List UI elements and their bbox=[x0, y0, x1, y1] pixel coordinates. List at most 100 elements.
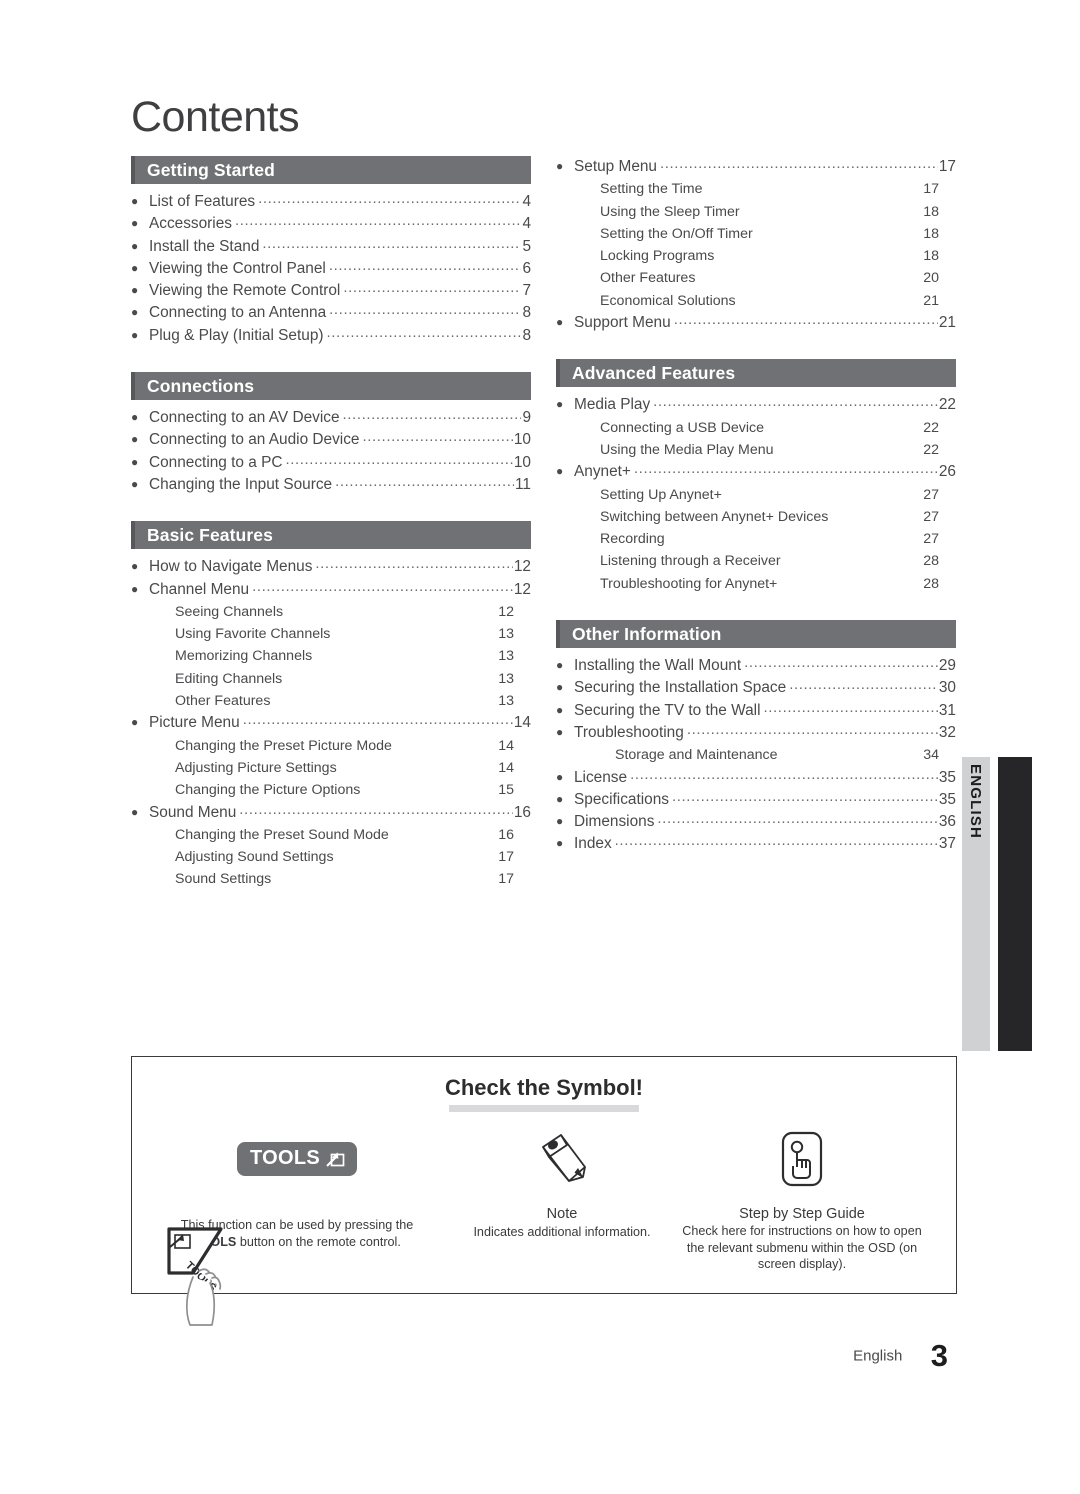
toc-entry[interactable]: ● Anynet+ 26 bbox=[556, 461, 956, 483]
toc-subentry[interactable]: Switching between Anynet+ Devices 27 bbox=[556, 506, 956, 528]
leader-dots bbox=[362, 426, 512, 448]
toc-subentry-label: Changing the Preset Sound Mode bbox=[175, 826, 389, 843]
language-side-tab: ENGLISH bbox=[962, 757, 990, 1051]
toc-entry-page: 36 bbox=[938, 813, 956, 831]
symbol-item-note: Note Indicates additional information. bbox=[462, 1127, 662, 1273]
toc-entry-label: Specifications bbox=[574, 790, 669, 808]
toc-entry-label: Index bbox=[574, 835, 612, 853]
toc-subentry-page: 17 bbox=[923, 181, 939, 198]
toc-subentry[interactable]: Setting Up Anynet+ 27 bbox=[556, 484, 956, 506]
document-page: Contents Getting Started ● List of Feature… bbox=[0, 0, 1080, 1494]
toc-subentry-label: Setting Up Anynet+ bbox=[600, 486, 722, 503]
symbol-box-title: Check the Symbol! bbox=[444, 1075, 644, 1100]
toc-entry-page: 26 bbox=[938, 463, 956, 481]
bullet-icon: ● bbox=[131, 194, 139, 208]
toc-list: ●List of Features4●Accessories4●Install … bbox=[131, 191, 531, 347]
leader-dots bbox=[744, 652, 938, 674]
toc-entry-page: 12 bbox=[513, 558, 531, 576]
toc-entry-label: Viewing the Control Panel bbox=[149, 259, 326, 277]
bullet-icon: ● bbox=[556, 397, 564, 412]
toc-subentry-label: Recording bbox=[600, 531, 665, 548]
toc-entry[interactable]: ● Plug & Play (Initial Setup) 8 bbox=[131, 325, 531, 347]
toc-entry[interactable]: ● Setup Menu 17 bbox=[556, 156, 956, 178]
toc-subentry-label: Seeing Channels bbox=[175, 603, 284, 620]
bullet-icon: ● bbox=[131, 305, 139, 320]
toc-subentry[interactable]: Editing Channels 13 bbox=[131, 668, 531, 690]
toc-entry[interactable]: ● Index 37 bbox=[556, 833, 956, 855]
toc-subentry[interactable]: Setting the Time 17 bbox=[556, 178, 956, 200]
toc-subentry-label: Editing Channels bbox=[175, 670, 283, 687]
bullet-icon: ● bbox=[131, 454, 139, 469]
pencil-icon bbox=[470, 1127, 654, 1191]
toc-entry-label: Support Menu bbox=[574, 314, 671, 332]
leader-dots bbox=[343, 277, 521, 299]
toc-subentry-label: Using the Sleep Timer bbox=[600, 203, 740, 220]
toc-subentry[interactable]: Locking Programs 18 bbox=[556, 245, 956, 267]
leader-dots bbox=[789, 674, 938, 696]
bullet-icon: ● bbox=[556, 836, 564, 851]
toc-subentry-page: 18 bbox=[923, 248, 939, 265]
toc-entry-page: 32 bbox=[938, 723, 956, 741]
symbol-box-underline bbox=[449, 1105, 639, 1112]
toc-entry[interactable]: ● Picture Menu 14 bbox=[131, 712, 531, 734]
toc-subentry[interactable]: Changing the Preset Sound Mode 16 bbox=[131, 824, 531, 846]
section-heading-bar: Advanced Features bbox=[556, 359, 956, 388]
toc-entry-label: Accessories bbox=[149, 215, 232, 233]
toc-entry-label: Troubleshooting bbox=[574, 723, 684, 741]
toc-entry-page: 8 bbox=[522, 304, 531, 322]
leader-dots bbox=[285, 449, 512, 471]
bullet-icon: ● bbox=[556, 724, 564, 739]
toc-subentry[interactable]: Setting the On/Off Timer 18 bbox=[556, 223, 956, 245]
toc-subentry[interactable]: Adjusting Picture Settings 14 bbox=[131, 757, 531, 779]
toc-entry[interactable]: ● Media Play 22 bbox=[556, 394, 956, 416]
leader-dots bbox=[343, 404, 522, 426]
symbol-tools-line2: button on the remote control. bbox=[239, 1234, 401, 1249]
toc-subentry[interactable]: Listening through a Receiver 28 bbox=[556, 550, 956, 572]
tools-badge-icon: TOOLS bbox=[140, 1127, 454, 1191]
toc-subentry[interactable]: Using the Sleep Timer 18 bbox=[556, 201, 956, 223]
bullet-icon: ● bbox=[556, 680, 564, 695]
toc-entry[interactable]: ● Troubleshooting 32 bbox=[556, 722, 956, 744]
symbol-step-description: Check here for instructions on how to op… bbox=[670, 1223, 934, 1273]
toc-entry-page: 35 bbox=[938, 790, 956, 808]
toc-subentry[interactable]: Other Features 20 bbox=[556, 267, 956, 289]
toc-subentry[interactable]: Seeing Channels 12 bbox=[131, 601, 531, 623]
leader-dots bbox=[252, 576, 513, 598]
bullet-icon: ● bbox=[556, 464, 564, 479]
toc-entry[interactable]: ● Support Menu 21 bbox=[556, 312, 956, 334]
toc-subentry-page: 28 bbox=[923, 575, 939, 592]
toc-subentry[interactable]: Connecting a USB Device 22 bbox=[556, 417, 956, 439]
toc-subentry-page: 13 bbox=[498, 670, 514, 687]
leader-dots bbox=[327, 322, 522, 344]
toc-subentry[interactable]: Adjusting Sound Settings 17 bbox=[131, 846, 531, 868]
toc-subentry-label: Connecting a USB Device bbox=[600, 419, 765, 436]
leader-dots bbox=[615, 830, 938, 852]
leader-dots bbox=[335, 471, 514, 493]
toc-entry[interactable]: ● Channel Menu 12 bbox=[131, 579, 531, 601]
check-the-symbol-box: Check the Symbol! TOOLS This function ca… bbox=[131, 1056, 957, 1326]
leader-dots bbox=[315, 553, 512, 575]
toc-subentry-label: Setting the Time bbox=[600, 181, 703, 198]
toc-subentry[interactable]: Changing the Preset Picture Mode 14 bbox=[131, 735, 531, 757]
symbol-step-line1: Check here for instructions on how to op… bbox=[682, 1224, 922, 1238]
toc-entry-label: Connecting to an Antenna bbox=[149, 304, 327, 322]
toc-entry-label: Changing the Input Source bbox=[149, 475, 333, 493]
bullet-icon: ● bbox=[556, 769, 564, 784]
leader-dots bbox=[660, 153, 938, 175]
toc-entry-label: Connecting to an AV Device bbox=[149, 409, 340, 427]
toc-entry-label: Anynet+ bbox=[574, 463, 631, 481]
toc-subentry[interactable]: Troubleshooting for Anynet+ 28 bbox=[556, 573, 956, 595]
toc-subentry[interactable]: Sound Settings 17 bbox=[131, 868, 531, 890]
toc-subentry-page: 27 bbox=[923, 486, 939, 503]
leader-dots bbox=[687, 719, 938, 741]
toc-subentry[interactable]: Memorizing Channels 13 bbox=[131, 645, 531, 667]
symbol-step-heading: Step by Step Guide bbox=[739, 1206, 865, 1222]
toc-subentry[interactable]: Using Favorite Channels 13 bbox=[131, 623, 531, 645]
toc-entry-page: 10 bbox=[513, 453, 531, 471]
toc-subentry[interactable]: Recording 27 bbox=[556, 528, 956, 550]
toc-subentry-page: 12 bbox=[498, 603, 514, 620]
toc-entry[interactable]: ● Sound Menu 16 bbox=[131, 802, 531, 824]
toc-list: ● Setup Menu 17 Setting the Time 17 Using the… bbox=[556, 156, 956, 334]
leader-dots bbox=[653, 391, 938, 413]
toc-entry[interactable]: ● Changing the Input Source 11 bbox=[131, 474, 531, 496]
